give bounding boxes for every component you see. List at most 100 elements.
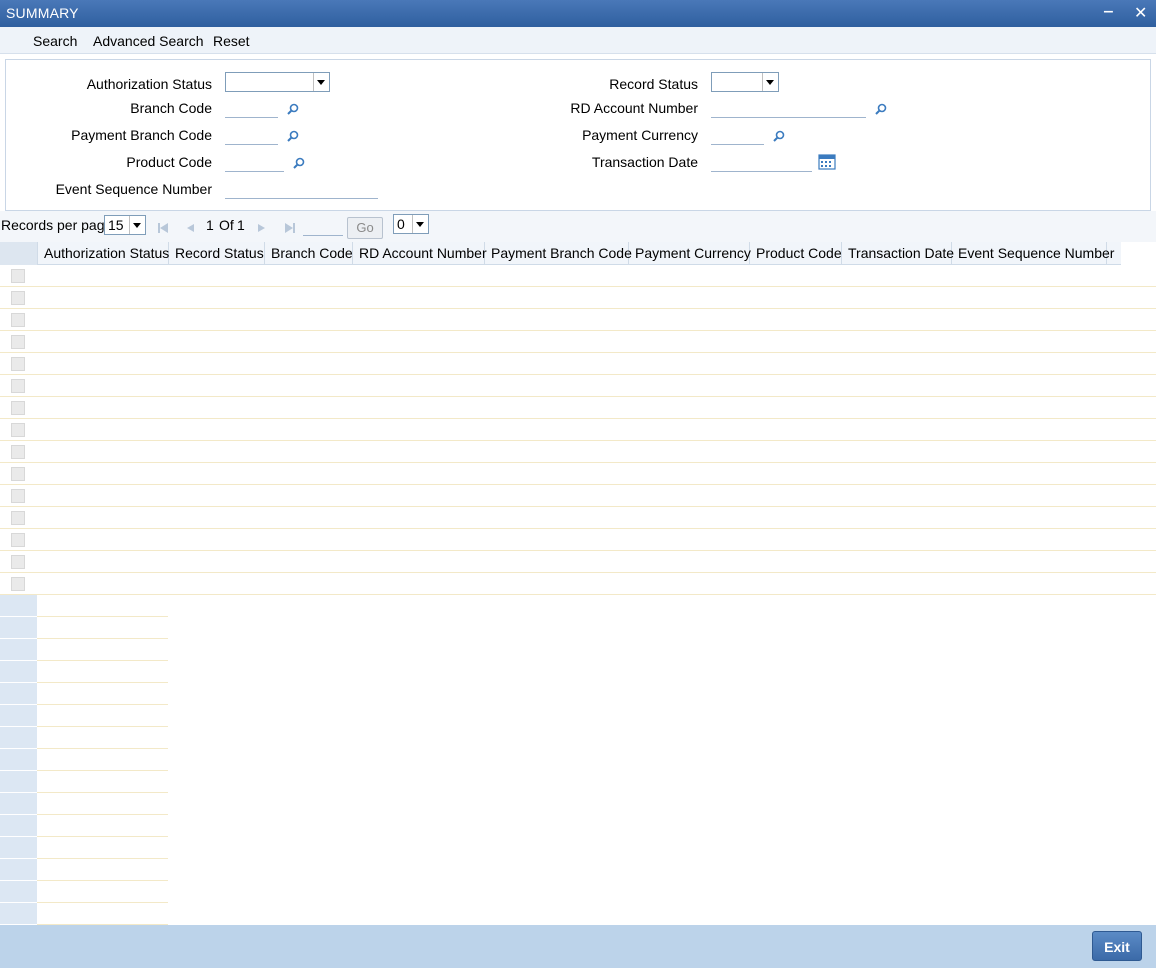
column-header[interactable]: Transaction Date — [842, 242, 954, 265]
empty-row — [0, 727, 168, 749]
table-row[interactable] — [0, 309, 1156, 331]
last-page-icon[interactable] — [284, 221, 296, 233]
search-menu-item[interactable]: Search — [33, 33, 77, 49]
empty-row — [0, 859, 168, 881]
payment-currency-input[interactable] — [711, 125, 764, 145]
row-checkbox[interactable] — [11, 313, 25, 327]
reset-menu-item[interactable]: Reset — [213, 33, 250, 49]
table-row[interactable] — [0, 375, 1156, 397]
row-cell — [37, 881, 168, 903]
row-marker — [0, 749, 37, 771]
table-row[interactable] — [0, 265, 1156, 287]
goto-page-input[interactable] — [303, 216, 343, 236]
row-marker — [0, 837, 37, 859]
row-checkbox[interactable] — [11, 467, 25, 481]
row-cell — [37, 617, 168, 639]
row-checkbox[interactable] — [11, 445, 25, 459]
empty-row — [0, 639, 168, 661]
select-all-checkbox[interactable] — [0, 242, 38, 265]
row-cell — [37, 859, 168, 881]
search-icon[interactable] — [773, 130, 785, 142]
row-marker — [0, 661, 37, 683]
empty-row — [0, 661, 168, 683]
row-checkbox[interactable] — [11, 511, 25, 525]
exit-button[interactable]: Exit — [1092, 931, 1142, 961]
event-sequence-number-input[interactable] — [225, 179, 378, 199]
column-header[interactable]: Product Code — [750, 242, 842, 265]
rd-account-number-label: RD Account Number — [570, 100, 698, 116]
payment-branch-code-input[interactable] — [225, 125, 278, 145]
current-page: 1 — [206, 217, 214, 233]
table-row[interactable] — [0, 331, 1156, 353]
search-icon[interactable] — [293, 157, 305, 169]
row-checkbox[interactable] — [11, 401, 25, 415]
empty-row — [0, 705, 168, 727]
table-row[interactable] — [0, 397, 1156, 419]
search-icon[interactable] — [287, 130, 299, 142]
minimize-button[interactable]: ‒ — [1104, 3, 1113, 21]
empty-row — [0, 595, 168, 617]
row-cell — [37, 815, 168, 837]
row-cell — [37, 639, 168, 661]
table-row[interactable] — [0, 419, 1156, 441]
table-row[interactable] — [0, 441, 1156, 463]
row-marker — [0, 859, 37, 881]
row-checkbox[interactable] — [11, 577, 25, 591]
row-checkbox[interactable] — [11, 269, 25, 283]
next-page-icon[interactable] — [256, 221, 268, 233]
table-row[interactable] — [0, 529, 1156, 551]
empty-row — [0, 837, 168, 859]
search-icon[interactable] — [287, 103, 299, 115]
first-page-icon[interactable] — [157, 221, 169, 233]
row-cell — [37, 661, 168, 683]
row-checkbox[interactable] — [11, 335, 25, 349]
column-header[interactable]: Payment Currency — [629, 242, 751, 265]
row-marker — [0, 639, 37, 661]
empty-row — [0, 683, 168, 705]
search-icon[interactable] — [875, 103, 887, 115]
page-select[interactable]: 0 — [393, 214, 429, 234]
row-cell — [37, 771, 168, 793]
branch-code-input[interactable] — [225, 98, 278, 118]
table-row[interactable] — [0, 485, 1156, 507]
column-header[interactable]: RD Account Number — [353, 242, 487, 265]
record-status-select[interactable] — [711, 72, 779, 92]
column-header[interactable]: Authorization Status — [38, 242, 169, 265]
column-header[interactable]: Record Status — [169, 242, 265, 265]
transaction-date-input[interactable] — [711, 152, 812, 172]
row-checkbox[interactable] — [11, 423, 25, 437]
of-label: Of — [219, 217, 234, 233]
product-code-input[interactable] — [225, 152, 284, 172]
close-button[interactable]: ✕ — [1134, 3, 1147, 23]
row-checkbox[interactable] — [11, 291, 25, 305]
row-checkbox[interactable] — [11, 555, 25, 569]
row-checkbox[interactable] — [11, 357, 25, 371]
column-header[interactable]: Branch Code — [265, 242, 353, 265]
table-row[interactable] — [0, 463, 1156, 485]
row-marker — [0, 705, 37, 727]
transaction-date-label: Transaction Date — [591, 154, 698, 170]
authorization-status-select[interactable] — [225, 72, 330, 92]
table-row[interactable] — [0, 353, 1156, 375]
previous-page-icon[interactable] — [184, 221, 196, 233]
chevron-down-icon — [412, 215, 428, 233]
table-row[interactable] — [0, 507, 1156, 529]
row-marker — [0, 595, 37, 617]
row-marker — [0, 881, 37, 903]
row-checkbox[interactable] — [11, 379, 25, 393]
rd-account-number-input[interactable] — [711, 98, 866, 118]
records-per-page-value: 15 — [108, 217, 124, 233]
calendar-icon[interactable] — [818, 154, 836, 170]
column-header[interactable]: Payment Branch Code — [485, 242, 632, 265]
advanced-search-menu-item[interactable]: Advanced Search — [93, 33, 204, 49]
row-checkbox[interactable] — [11, 489, 25, 503]
table-row[interactable] — [0, 573, 1156, 595]
go-button[interactable]: Go — [347, 217, 383, 239]
table-row[interactable] — [0, 551, 1156, 573]
payment-currency-label: Payment Currency — [582, 127, 698, 143]
table-row[interactable] — [0, 287, 1156, 309]
column-header[interactable]: Event Sequence Number — [952, 242, 1114, 265]
total-pages: 1 — [237, 217, 245, 233]
row-checkbox[interactable] — [11, 533, 25, 547]
records-per-page-select[interactable]: 15 — [104, 215, 146, 235]
